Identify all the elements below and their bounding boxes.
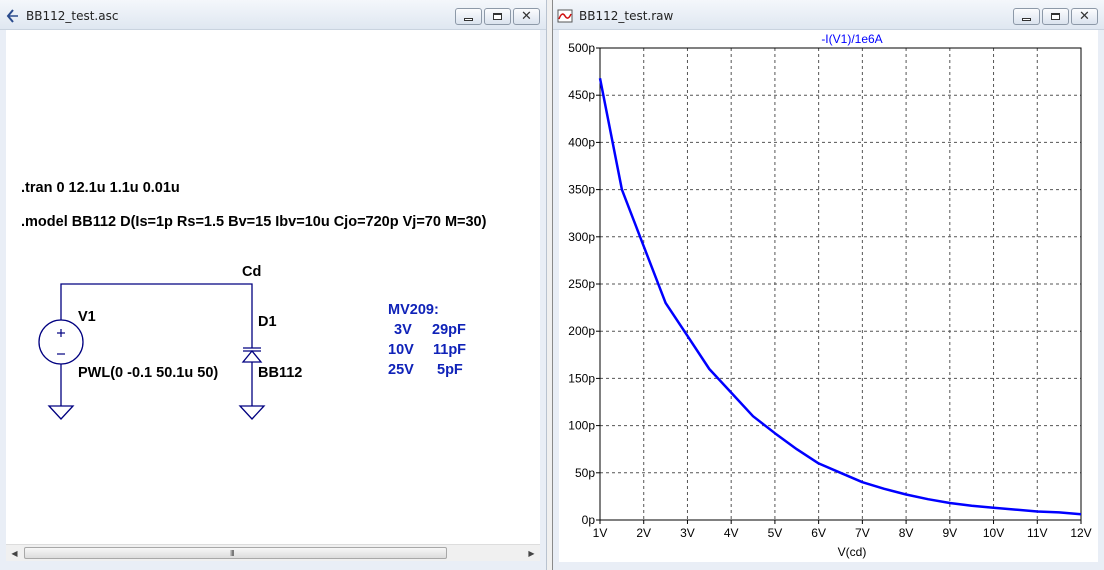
schematic-canvas[interactable]: .tran 0 12.1u 1.1u 0.01u .model BB112 D(… [6, 30, 540, 544]
waveform-window: BB112_test.raw ✕ -I(V1)/1e6A 1V 2V 3V 4V 5V 6… [553, 0, 1104, 570]
y-tick-label: 0p [582, 513, 596, 527]
minimize-icon [464, 17, 473, 21]
x-axis-label[interactable]: V(cd) [838, 545, 867, 559]
plot-axes: 1V 2V 3V 4V 5V 6V 7V 8V 9V 10V 11V 12V 0p 50p 100p 150p… [568, 41, 1091, 540]
plot-grid [600, 48, 1081, 520]
comment-row-capacitance: 11pF [433, 342, 467, 358]
y-tick-label: 300p [568, 230, 595, 244]
schematic-titlebar[interactable]: BB112_test.asc ✕ [0, 0, 546, 30]
minimize-button[interactable] [1013, 8, 1040, 25]
y-tick-label: 100p [568, 419, 595, 433]
y-tick-label: 250p [568, 277, 595, 291]
comment-title: MV209: [388, 302, 439, 318]
scroll-left-icon[interactable]: ◀ [6, 545, 23, 562]
plot-traces [598, 77, 1082, 516]
restore-icon [1051, 13, 1060, 20]
y-tick-label: 400p [568, 135, 595, 149]
close-button[interactable]: ✕ [513, 8, 540, 25]
waveform-window-title: BB112_test.raw [579, 9, 674, 23]
y-tick-label: 50p [575, 466, 595, 480]
close-button[interactable]: ✕ [1071, 8, 1098, 25]
source-value[interactable]: PWL(0 -0.1 50.1u 50) [78, 365, 218, 381]
comment-row-capacitance: 5pF [437, 362, 463, 378]
diode-value[interactable]: BB112 [258, 365, 302, 381]
y-tick-label: 350p [568, 183, 595, 197]
schematic-drawing [38, 283, 266, 420]
x-tick-label: 11V [1027, 526, 1047, 540]
x-tick-label: 9V [942, 526, 957, 540]
x-tick-label: 1V [593, 526, 608, 540]
x-tick-label: 7V [855, 526, 870, 540]
x-tick-label: 4V [724, 526, 739, 540]
x-tick-label: 12V [1070, 526, 1091, 540]
restore-icon [493, 13, 502, 20]
diode-symbol[interactable] [241, 349, 263, 363]
window-divider[interactable] [546, 0, 553, 570]
trace-label[interactable]: -I(V1)/1e6A [821, 32, 882, 46]
x-tick-label: 5V [768, 526, 783, 540]
ground-symbol-1 [47, 405, 75, 420]
x-tick-label: 2V [636, 526, 651, 540]
minimize-button[interactable] [455, 8, 482, 25]
trace-line[interactable] [598, 77, 1082, 516]
waveform-app-icon [557, 9, 573, 23]
y-tick-label: 200p [568, 324, 595, 338]
close-icon: ✕ [1079, 9, 1090, 24]
source-name[interactable]: V1 [78, 309, 96, 325]
scrollbar-thumb[interactable]: III [24, 547, 447, 559]
scrollbar-grip: III [230, 549, 235, 558]
restore-button[interactable] [484, 8, 511, 25]
net-label-cd[interactable]: Cd [242, 264, 261, 280]
comment-row-voltage: 10V [388, 342, 414, 358]
comment-row-capacitance: 29pF [432, 322, 466, 338]
waveform-titlebar[interactable]: BB112_test.raw ✕ [553, 0, 1104, 30]
minimize-icon [1022, 17, 1031, 21]
y-tick-label: 150p [568, 371, 595, 385]
schematic-app-icon [6, 9, 18, 23]
x-tick-label: 6V [811, 526, 826, 540]
y-tick-label: 500p [568, 41, 595, 55]
horizontal-scrollbar[interactable]: ◀ III ▶ [6, 544, 540, 561]
voltage-source-symbol[interactable] [38, 319, 84, 365]
scroll-right-icon[interactable]: ▶ [523, 545, 540, 562]
diode-name[interactable]: D1 [258, 314, 277, 330]
ground-symbol-2 [238, 405, 266, 420]
y-tick-label: 450p [568, 88, 595, 102]
close-icon: ✕ [521, 9, 532, 24]
schematic-window-title: BB112_test.asc [26, 9, 119, 23]
comment-row-voltage: 3V [394, 322, 412, 338]
x-tick-label: 8V [899, 526, 914, 540]
comment-row-voltage: 25V [388, 362, 414, 378]
schematic-window: BB112_test.asc ✕ .tran 0 12.1u 1.1u 0.01… [0, 0, 546, 570]
plot-pane[interactable]: -I(V1)/1e6A 1V 2V 3V 4V 5V 6V 7V 8V 9V 10V 11V 12V 0… [559, 30, 1098, 562]
x-tick-label: 3V [680, 526, 695, 540]
restore-button[interactable] [1042, 8, 1069, 25]
x-tick-label: 10V [983, 526, 1004, 540]
waveform-plot[interactable]: -I(V1)/1e6A 1V 2V 3V 4V 5V 6V 7V 8V 9V 10V 11V 12V 0… [559, 30, 1098, 562]
